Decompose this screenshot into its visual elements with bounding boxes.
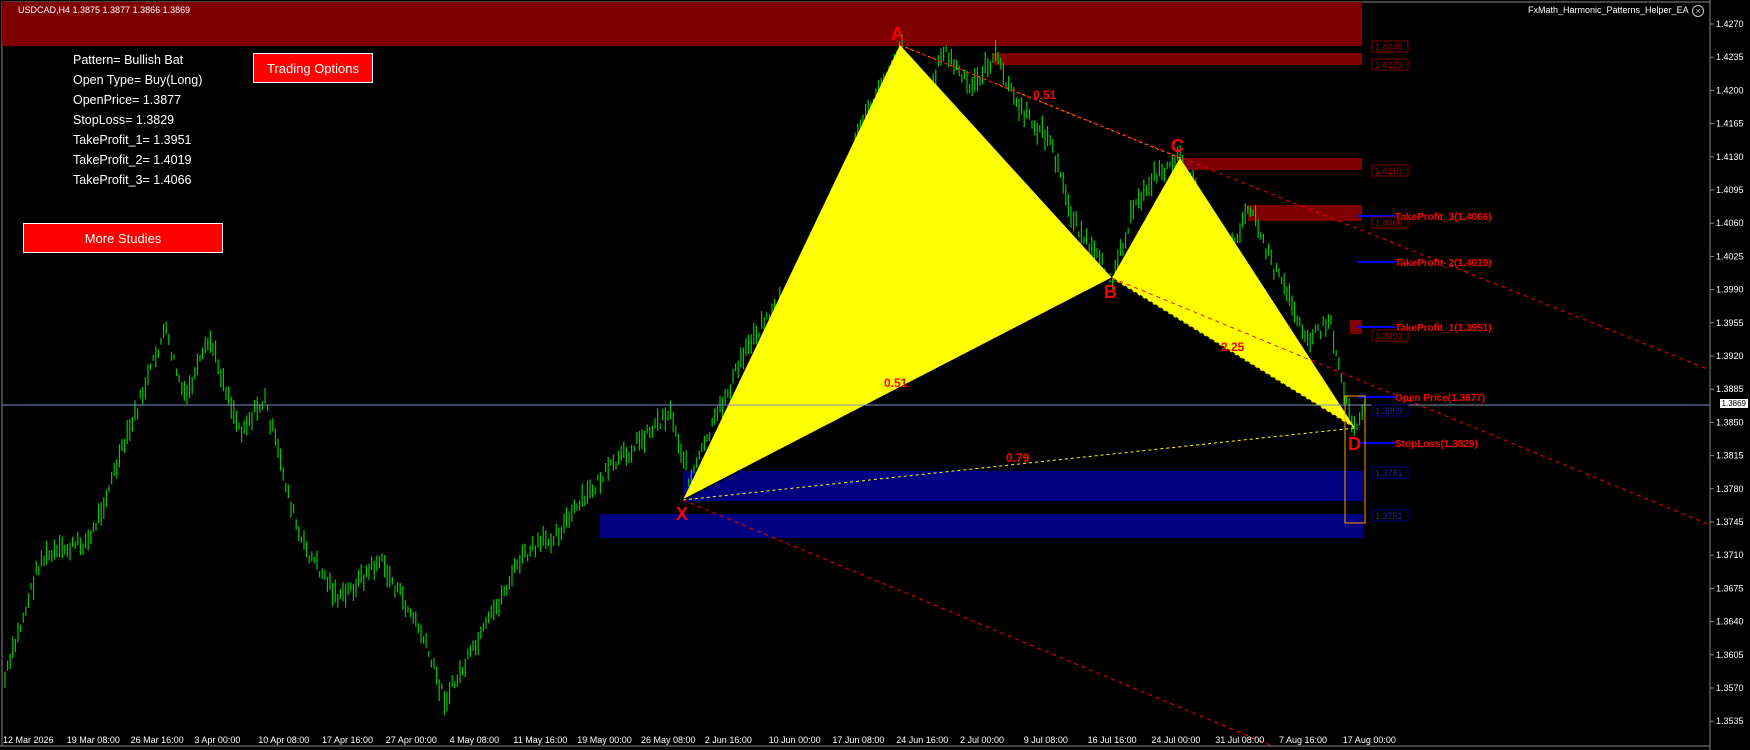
point-c-label: C [1171,136,1184,156]
zone-label-8: 1.3751 [1375,511,1403,521]
x-tick-label: 27 Apr 00:00 [386,735,437,745]
x-tick-label: 17 Apr 16:00 [322,735,373,745]
info-tp2: TakeProfit_2= 1.4019 [73,153,192,167]
x-tick-label: 11 May 16:00 [513,735,567,745]
y-tick-label: 1.3955 [1716,318,1744,328]
y-tick-label: 1.4235 [1716,52,1744,62]
point-d-label: D [1348,434,1361,454]
info-stop-loss: StopLoss= 1.3829 [73,113,175,127]
x-tick-label: 16 Jul 16:00 [1088,735,1137,745]
x-tick-label: 17 Jun 08:00 [832,735,884,745]
info-open-type: Open Type= Buy(Long) [73,73,203,87]
y-tick-label: 1.3535 [1716,716,1744,726]
y-tick-label: 1.3570 [1716,683,1744,693]
zone-label-3: 1.4115 [1375,166,1402,176]
x-tick-label: 4 May 08:00 [450,735,500,745]
x-tick-label: 24 Jun 16:00 [896,735,948,745]
x-tick-label: 3 Apr 00:00 [194,735,240,745]
ratio-xd: 0.79 [1006,451,1030,465]
y-tick-label: 1.3920 [1716,351,1744,361]
info-tp3: TakeProfit_3= 1.4066 [73,173,192,187]
x-tick-label: 19 May 00:00 [577,735,632,745]
x-tick-label: 19 Mar 08:00 [67,735,120,745]
open-price-label: Open Price(1.3877) [1395,393,1485,404]
tp2-label: TakeProfit_2(1.4019) [1395,258,1492,269]
y-axis-ticks: 1.4270 1.4235 1.4200 1.4165 1.4130 1.4095 1.40… [1710,19,1744,726]
x-tick-label: 7 Aug 16:00 [1279,735,1327,745]
x-tick-label: 10 Jun 00:00 [769,735,821,745]
y-tick-label: 1.4270 [1716,19,1744,29]
y-tick-label: 1.4025 [1716,251,1744,261]
x-tick-label: 2 Jun 16:00 [705,735,752,745]
y-tick-label: 1.3640 [1716,617,1744,627]
y-tick-label: 1.4165 [1716,119,1744,129]
y-tick-label: 1.3990 [1716,285,1744,295]
demand-zone-2 [600,514,1363,538]
point-x-label: X [676,504,688,524]
tp1-label: TakeProfit_1(1.3951) [1395,323,1492,334]
ratio-xab: 0.51 [1033,88,1057,102]
stop-loss-label: StopLoss(1.3829) [1395,439,1478,450]
y-tick-label: 1.3745 [1716,517,1744,527]
zone-label-6: 1.3869 [1375,406,1403,416]
x-tick-label: 10 Apr 08:00 [258,735,309,745]
ratio-bcd: 2.25 [1221,340,1245,354]
supply-zone-top [2,2,1362,46]
x-tick-label: 9 Jul 08:00 [1024,735,1068,745]
y-tick-label: 1.4200 [1716,85,1744,95]
x-tick-label: 26 May 08:00 [641,735,696,745]
y-tick-label: 1.4095 [1716,185,1744,195]
point-a-label: A [891,24,904,44]
y-tick-label: 1.3885 [1716,384,1744,394]
symbol-info: USDCAD,H4 1.3875 1.3877 1.3866 1.3869 [18,5,191,15]
price-chart[interactable]: 1.4270 1.4235 1.4200 1.4165 1.4130 1.4095 1.40… [0,0,1750,750]
info-pattern: Pattern= Bullish Bat [73,53,184,67]
point-b-label: B [1104,282,1117,302]
info-open-price: OpenPrice= 1.3877 [73,93,182,107]
y-tick-label: 1.4060 [1716,218,1744,228]
more-studies-button[interactable]: More Studies [23,223,223,253]
y-tick-label: 1.3710 [1716,550,1744,560]
zone-label-5: 1.3951 [1375,331,1403,341]
zone-label-7: 1.3781 [1375,468,1403,478]
x-tick-label: 26 Mar 16:00 [131,735,184,745]
demand-zone-1 [683,471,1363,501]
supply-zone-3 [1248,205,1362,221]
y-tick-label: 1.3675 [1716,583,1744,593]
zone-label-1: 1.4245 [1375,42,1403,52]
y-tick-label: 1.3815 [1716,451,1744,461]
info-tp1: TakeProfit_1= 1.3951 [73,133,192,147]
x-tick-label: 2 Jul 00:00 [960,735,1004,745]
x-tick-label: 31 Jul 08:00 [1215,735,1264,745]
supply-zone-1 [994,53,1362,65]
y-tick-label: 1.4130 [1716,152,1744,162]
zone-label-2: 1.4223 [1375,60,1403,70]
x-tick-label: 17 Aug 00:00 [1343,735,1396,745]
y-tick-label: 1.3780 [1716,484,1744,494]
close-icon[interactable]: × [1692,5,1704,17]
trading-options-button[interactable]: Trading Options [253,53,373,83]
ea-name: FxMath_Harmonic_Patterns_Helper_EA [1528,5,1689,15]
y-tick-label: 1.3605 [1716,650,1744,660]
x-tick-label: 12 Mar 2026 [3,735,54,745]
tp3-label: TakeProfit_3(1.4066) [1395,212,1492,223]
current-price-tag: 1.3869 [1719,399,1748,408]
y-tick-label: 1.3850 [1716,417,1744,427]
ratio-xb: 0.51 [884,376,908,390]
zone-label-4: 1.4066 [1375,218,1403,228]
x-tick-label: 24 Jul 00:00 [1151,735,1200,745]
